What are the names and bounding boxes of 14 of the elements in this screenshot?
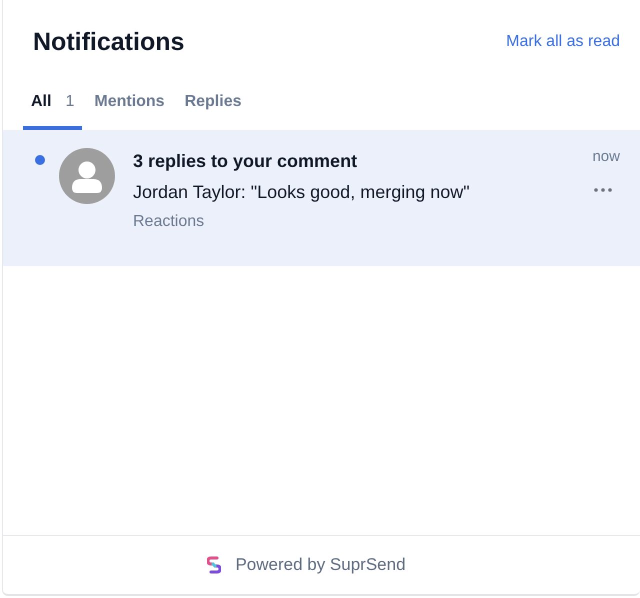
- tab[interactable]: Mentions: [86, 87, 173, 130]
- avatar-icon: [59, 148, 115, 204]
- logo-icon: [207, 556, 222, 574]
- more-icon[interactable]: [594, 188, 612, 192]
- notification-title: 3 replies to your comment: [133, 151, 358, 172]
- tab[interactable]: Replies: [176, 87, 250, 130]
- powered-by-text: Powered by SuprSend: [235, 555, 406, 575]
- notification-item[interactable]: 3 replies to your comment Jordan Taylor: "Looks good, merging now" Reactions now: [3, 131, 640, 266]
- notification-subtext: Reactions: [133, 213, 206, 231]
- panel-title: Notifications: [33, 28, 184, 56]
- notification-body: Jordan Taylor: "Looks good, merging now": [133, 182, 471, 203]
- unread-dot: [35, 155, 45, 165]
- timestamp: now: [592, 148, 620, 165]
- mark-all-read-link[interactable]: Mark all as read: [506, 33, 620, 51]
